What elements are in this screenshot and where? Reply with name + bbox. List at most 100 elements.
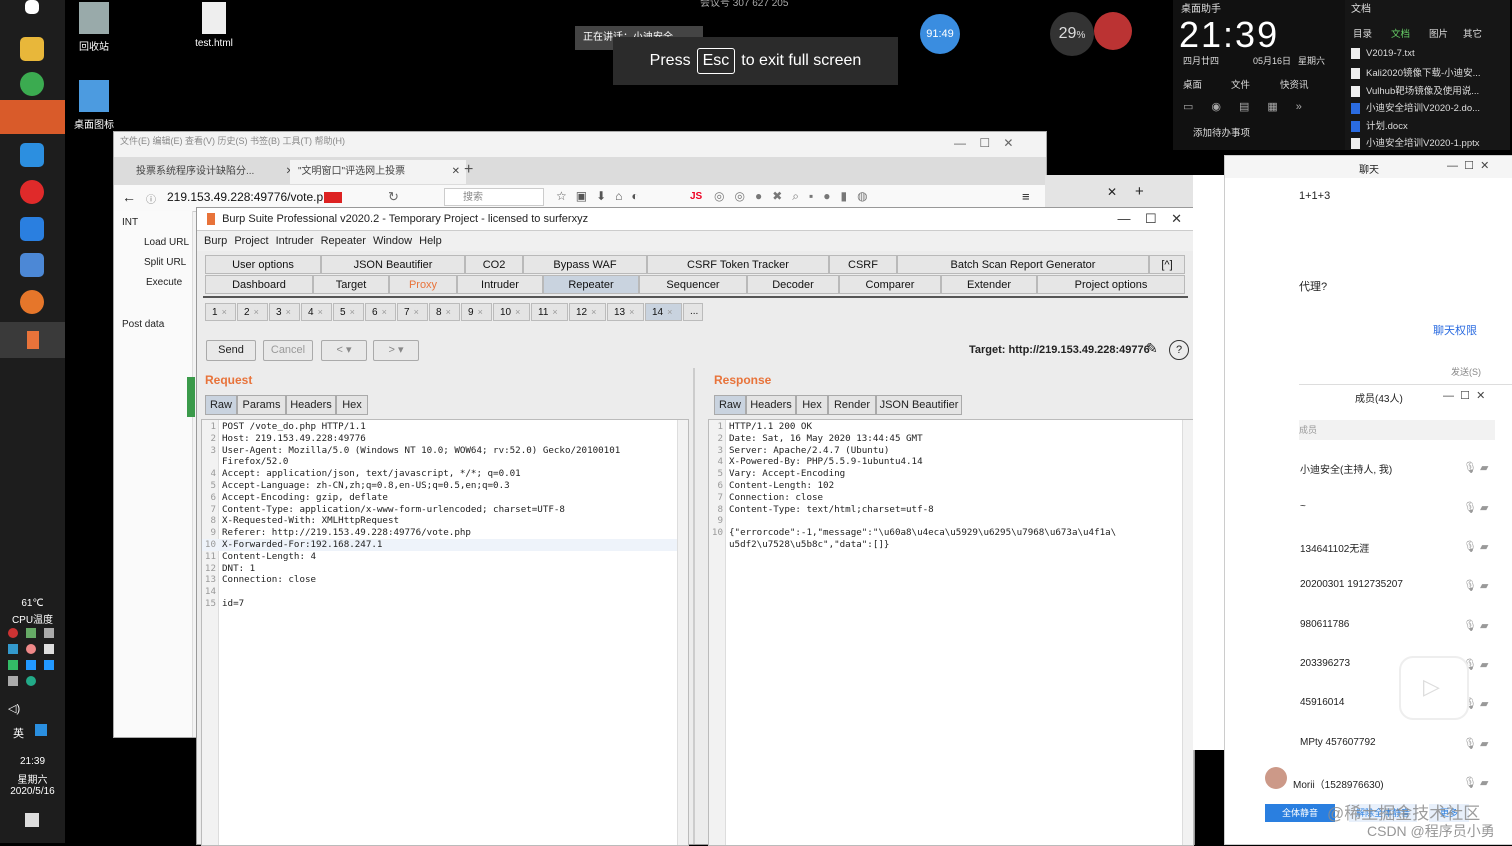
chrome-icon[interactable] bbox=[20, 72, 44, 96]
search-input[interactable]: 搜索 bbox=[444, 188, 544, 206]
request-tab-headers[interactable]: Headers bbox=[286, 395, 336, 415]
tab-target[interactable]: Target bbox=[313, 275, 389, 294]
member-item[interactable]: MPty 457607792 bbox=[1300, 737, 1376, 748]
mic-camera-icon[interactable]: 🎙 ▰ bbox=[1463, 737, 1488, 750]
split-url-button[interactable]: Split URL bbox=[144, 257, 186, 268]
menu-help[interactable]: Help bbox=[419, 235, 442, 247]
request-tab-params[interactable]: Params bbox=[237, 395, 286, 415]
menu-intruder[interactable]: Intruder bbox=[276, 235, 314, 247]
repeater-tab[interactable]: 9 × bbox=[461, 303, 492, 321]
files-tab-dir[interactable]: 目录 bbox=[1353, 26, 1372, 40]
app-icon[interactable] bbox=[20, 143, 44, 167]
mic-camera-icon[interactable]: 🎙 ▰ bbox=[1463, 461, 1488, 474]
back-button[interactable]: < ▾ bbox=[321, 340, 367, 361]
member-item[interactable]: Morii（1528976630) bbox=[1293, 776, 1384, 791]
member-item[interactable]: 20200301 1912735207 bbox=[1300, 579, 1403, 590]
desktop-recycle-bin[interactable]: 回收站 bbox=[64, 2, 124, 53]
close-icon[interactable]: × bbox=[446, 307, 451, 317]
repeater-tab[interactable]: 4 × bbox=[301, 303, 332, 321]
toolbar-icons[interactable]: ☆▣⬇⌂◐ bbox=[556, 189, 648, 203]
close-icon[interactable]: × bbox=[350, 307, 355, 317]
file-item[interactable]: 小迪安全培训V2020-2.do... bbox=[1351, 100, 1501, 117]
app-icon[interactable] bbox=[20, 253, 44, 277]
tab-extender[interactable]: Extender bbox=[941, 275, 1037, 294]
widget-action-desktop[interactable]: 桌面 bbox=[1183, 77, 1202, 91]
repeater-tab[interactable]: 5 × bbox=[333, 303, 364, 321]
menu-burp[interactable]: Burp bbox=[204, 235, 227, 247]
close-icon[interactable]: × bbox=[222, 307, 227, 317]
tab-user-options[interactable]: User options bbox=[205, 255, 321, 274]
tab-decoder[interactable]: Decoder bbox=[747, 275, 839, 294]
taskbar-burp[interactable] bbox=[0, 322, 65, 358]
send-button[interactable]: Send bbox=[206, 340, 256, 361]
close-icon[interactable]: × bbox=[667, 307, 672, 317]
tab-co2[interactable]: CO2 bbox=[465, 255, 523, 274]
addon-icons[interactable]: ◎◎●✖⌕▪●▮◍ bbox=[714, 189, 878, 204]
tab-dashboard[interactable]: Dashboard bbox=[205, 275, 313, 294]
clock-time[interactable]: 21:39 bbox=[0, 756, 65, 767]
notification-icon[interactable] bbox=[25, 813, 39, 827]
repeater-tab[interactable]: 1 × bbox=[205, 303, 236, 321]
close-icon[interactable]: × bbox=[478, 307, 483, 317]
taskbar-active-app[interactable] bbox=[0, 100, 65, 134]
files-tab-other[interactable]: 其它 bbox=[1463, 26, 1482, 40]
menu-repeater[interactable]: Repeater bbox=[321, 235, 366, 247]
tab-csrf-token-tracker[interactable]: CSRF Token Tracker bbox=[647, 255, 829, 274]
mic-camera-icon[interactable]: 🎙 ▰ bbox=[1463, 776, 1488, 789]
member-search-input[interactable]: 成员 bbox=[1299, 420, 1495, 440]
browser-tab-2[interactable]: "文明窗口"评选网上投票 ✕ bbox=[290, 160, 466, 184]
member-item[interactable]: 45916014 bbox=[1300, 697, 1345, 708]
volume-icon[interactable]: ◁) bbox=[8, 702, 20, 715]
widget-tool-icons[interactable]: ▭◉▤▦» bbox=[1183, 100, 1320, 113]
url-field[interactable]: 219.153.49.228:49776/vote.p bbox=[167, 190, 323, 204]
close-icon[interactable]: × bbox=[382, 307, 387, 317]
response-tab-json-beautifier[interactable]: JSON Beautifier bbox=[876, 395, 962, 415]
close-icon[interactable]: × bbox=[591, 307, 596, 317]
close-icon[interactable]: × bbox=[286, 307, 291, 317]
folder-icon[interactable] bbox=[20, 37, 44, 61]
file-item[interactable]: Vulhub靶场镜像及使用说... bbox=[1351, 83, 1501, 100]
widget-add-todo[interactable]: 添加待办事项 bbox=[1193, 125, 1250, 139]
repeater-tab[interactable]: 14 × bbox=[645, 303, 682, 321]
new-tab-icon[interactable]: + bbox=[1135, 183, 1144, 200]
opera-icon[interactable] bbox=[20, 180, 44, 204]
hackbar-select[interactable]: INT bbox=[122, 217, 138, 228]
member-item[interactable]: 134641102无涯 bbox=[1300, 540, 1369, 555]
request-scrollbar[interactable] bbox=[677, 420, 688, 845]
search-icon[interactable] bbox=[35, 724, 47, 736]
avatar[interactable] bbox=[1094, 12, 1132, 50]
play-button[interactable]: ▷ bbox=[1399, 656, 1469, 720]
tab-batch-scan[interactable]: Batch Scan Report Generator bbox=[897, 255, 1149, 274]
request-editor[interactable]: 1 POST /vote_do.php HTTP/1.1 2 Host: 219.15… bbox=[201, 419, 689, 846]
firefox-icon[interactable] bbox=[20, 290, 44, 314]
files-tab-docs[interactable]: 文档 bbox=[1391, 26, 1410, 40]
mute-all-button[interactable]: 全体静音 bbox=[1265, 804, 1335, 822]
member-item[interactable]: 小迪安全(主持人, 我) bbox=[1300, 461, 1392, 476]
chat-permission[interactable]: 聊天权限 bbox=[1433, 322, 1477, 338]
mic-camera-icon[interactable]: 🎙 ▰ bbox=[1463, 540, 1488, 553]
file-item[interactable]: Kali2020镜像下载-小迪安... bbox=[1351, 65, 1501, 82]
meeting-timer[interactable]: 91:49 bbox=[920, 14, 960, 54]
help-icon[interactable]: ? bbox=[1169, 340, 1189, 360]
browser-tab-1[interactable]: 投票系统程序设计缺陷分...✕ bbox=[128, 160, 300, 184]
file-item[interactable]: 计划.docx bbox=[1351, 118, 1501, 135]
send-button[interactable]: 发送(S) bbox=[1451, 365, 1481, 378]
reload-icon[interactable]: ↻ bbox=[388, 189, 399, 205]
window-controls[interactable]: — ☐ ✕ bbox=[954, 136, 1013, 150]
execute-button[interactable]: Execute bbox=[146, 277, 182, 288]
window-controls[interactable]: — ☐ ✕ bbox=[1447, 159, 1489, 172]
repeater-tab[interactable]: 13 × bbox=[607, 303, 644, 321]
repeater-tab[interactable]: 2 × bbox=[237, 303, 268, 321]
repeater-tab[interactable]: 12 × bbox=[569, 303, 606, 321]
widget-action-files[interactable]: 文件 bbox=[1231, 77, 1250, 91]
tab-sequencer[interactable]: Sequencer bbox=[639, 275, 747, 294]
repeater-tab[interactable]: 3 × bbox=[269, 303, 300, 321]
perf-gauge[interactable]: 29% bbox=[1050, 12, 1094, 56]
tab-expand[interactable]: [^] bbox=[1149, 255, 1185, 274]
request-tab-raw[interactable]: Raw bbox=[205, 395, 237, 415]
close-icon[interactable]: ✕ bbox=[452, 160, 460, 184]
close-icon[interactable]: × bbox=[515, 307, 520, 317]
close-icon[interactable]: × bbox=[552, 307, 557, 317]
member-item[interactable]: ~ bbox=[1300, 501, 1306, 512]
close-icon[interactable]: × bbox=[414, 307, 419, 317]
